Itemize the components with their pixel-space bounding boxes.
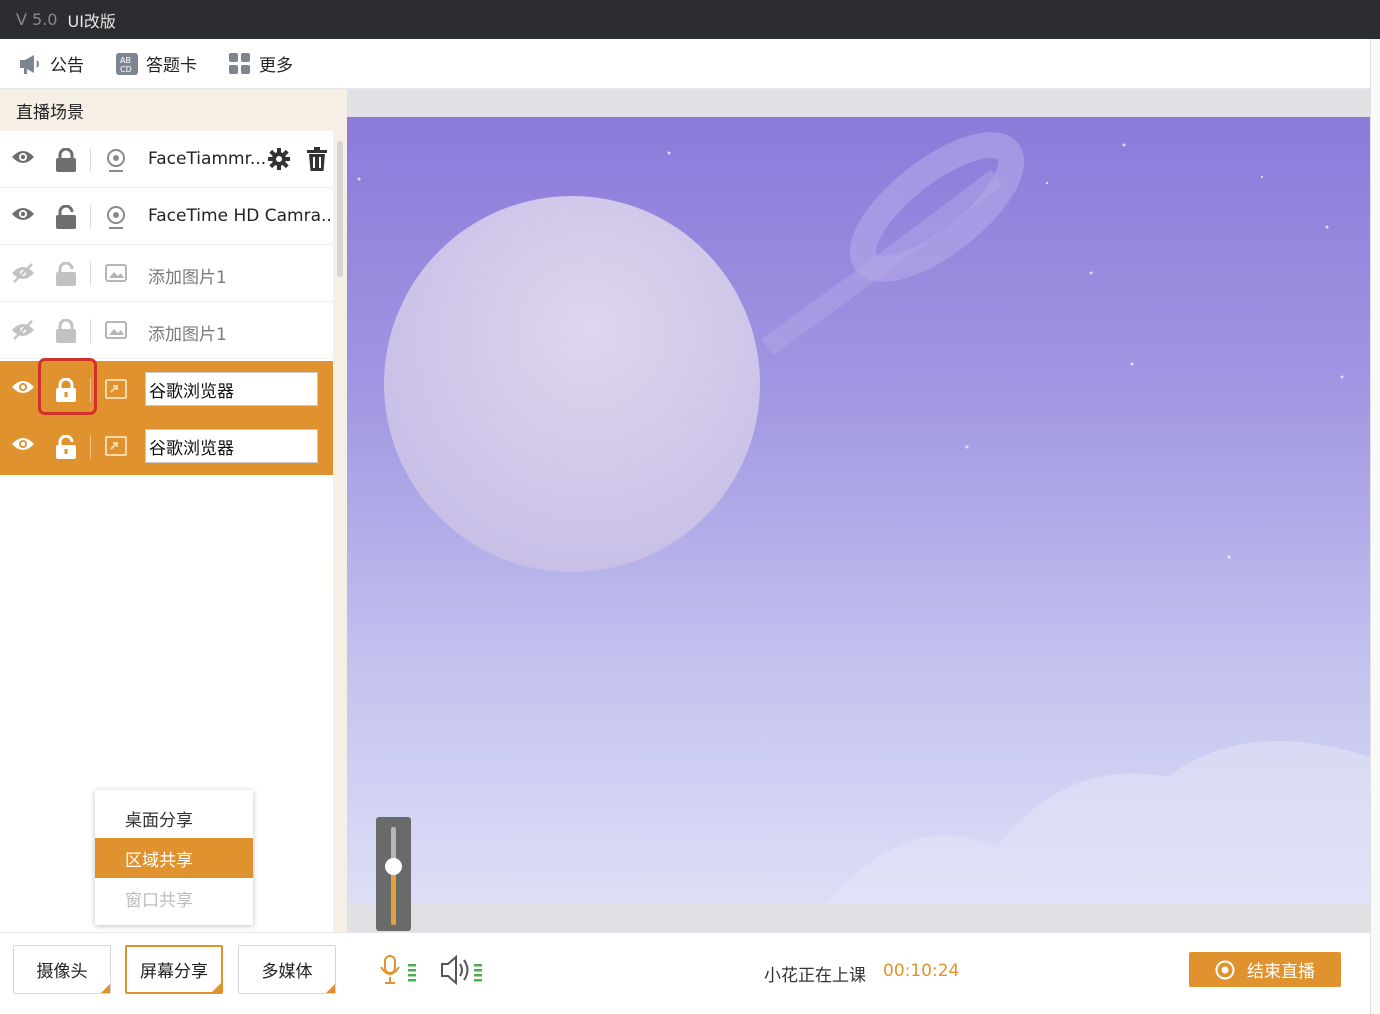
preview-top-bar (347, 89, 1370, 117)
megaphone-icon (20, 54, 39, 74)
version-label: V 5.0 (16, 10, 58, 29)
announce-label: 公告 (50, 56, 84, 76)
eye-icon[interactable] (11, 436, 35, 452)
preview-bottom-bar (347, 904, 1370, 932)
source-name: 添加图片1 (148, 325, 227, 345)
eye-off-icon[interactable] (11, 320, 35, 340)
unlock-icon[interactable] (55, 435, 77, 459)
source-name: FaceTime HD Camra... (148, 206, 338, 226)
source-name-input[interactable] (145, 429, 318, 463)
list-item[interactable]: 添加图片1 (0, 245, 333, 302)
answer-card-button[interactable]: AB CD 答题卡 (116, 51, 197, 76)
desktop-share-option[interactable]: 桌面分享 (95, 798, 253, 838)
unlock-icon[interactable] (55, 205, 77, 229)
end-live-label: 结束直播 (1247, 962, 1315, 982)
list-item[interactable]: FaceTiammr... (0, 131, 333, 188)
microphone-icon[interactable] (380, 955, 420, 985)
webcam-icon (107, 149, 125, 172)
list-item[interactable]: 添加图片1 (0, 302, 333, 359)
screen-share-menu: 桌面分享 区域共享 窗口共享 (95, 790, 253, 925)
unlock-icon[interactable] (55, 262, 77, 286)
image-icon (105, 264, 127, 282)
sidebar-scrollbar[interactable] (333, 131, 347, 932)
answer-card-label: 答题卡 (146, 56, 197, 76)
lock-icon[interactable] (55, 148, 77, 172)
volume-knob[interactable] (385, 858, 402, 875)
answer-card-icon: AB CD (116, 52, 138, 75)
source-name-input[interactable] (145, 372, 318, 406)
window-share-option: 窗口共享 (125, 890, 193, 911)
source-name: FaceTiammr... (148, 149, 267, 169)
trash-icon[interactable] (307, 147, 327, 171)
lock-icon[interactable] (55, 319, 77, 343)
teacher-status: 小花正在上课 (764, 966, 866, 986)
right-edge-panel (1370, 39, 1380, 1014)
volume-slider[interactable] (376, 817, 411, 931)
eye-icon[interactable] (11, 379, 35, 395)
multimedia-label: 多媒体 (261, 962, 313, 982)
speaker-icon[interactable] (440, 955, 486, 985)
svg-text:CD: CD (120, 65, 132, 74)
window-share-icon (105, 379, 127, 399)
webcam-icon (107, 206, 125, 229)
title-bar: V 5.0 UI改版 (0, 0, 1380, 39)
planet-background (357, 132, 1370, 904)
more-label: 更多 (259, 56, 293, 76)
bottom-bar: 摄像头 屏幕分享 多媒体 小花正在上课 00:10:24 结束直播 (0, 932, 1370, 1014)
announce-button[interactable]: 公告 (18, 51, 84, 76)
grid-icon (229, 52, 250, 74)
image-icon (105, 321, 127, 339)
top-toolbar: 公告 AB CD 答题卡 更多 (0, 39, 1370, 89)
source-name: 添加图片1 (148, 268, 227, 288)
camera-button[interactable]: 摄像头 (13, 945, 111, 994)
live-timer: 00:10:24 (883, 961, 960, 981)
live-preview (347, 117, 1370, 904)
window-share-icon (105, 436, 127, 456)
eye-icon[interactable] (11, 206, 35, 222)
lock-highlight-box (38, 358, 97, 415)
end-live-button[interactable]: 结束直播 (1189, 952, 1341, 987)
multimedia-button[interactable]: 多媒体 (238, 945, 336, 994)
scene-title: 直播场景 (0, 89, 347, 131)
gear-icon[interactable] (268, 148, 290, 170)
screen-share-label: 屏幕分享 (140, 962, 208, 982)
camera-button-label: 摄像头 (36, 962, 88, 982)
list-item[interactable]: FaceTime HD Camra... (0, 188, 337, 245)
screen-share-button[interactable]: 屏幕分享 (125, 945, 223, 994)
record-icon (1215, 960, 1235, 979)
window-title: UI改版 (67, 11, 116, 31)
eye-icon[interactable] (11, 149, 35, 165)
region-share-option[interactable]: 区域共享 (95, 838, 253, 878)
more-button[interactable]: 更多 (229, 51, 293, 76)
scrollbar-thumb[interactable] (337, 141, 343, 277)
eye-off-icon[interactable] (11, 263, 35, 283)
list-item-selected[interactable] (0, 418, 333, 475)
svg-text:AB: AB (120, 56, 131, 65)
